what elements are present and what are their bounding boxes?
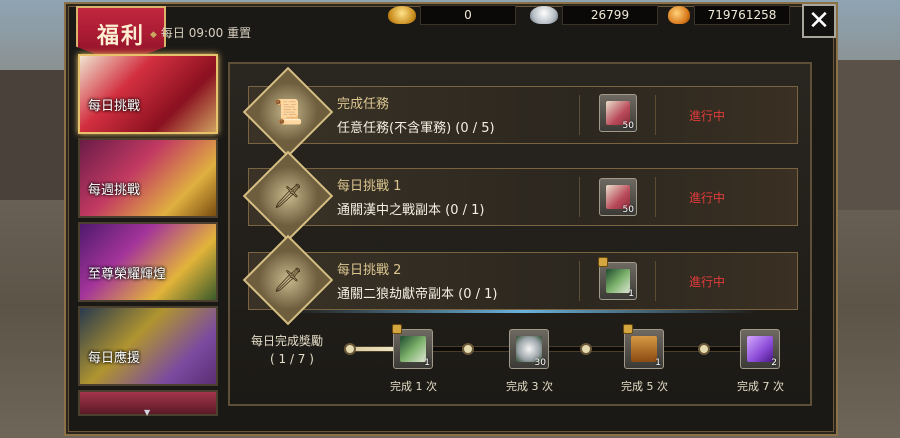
tier-quantity: 30 bbox=[534, 358, 546, 368]
sidebar-item-label: 每週挑戰 bbox=[88, 183, 141, 198]
treasure-box-icon[interactable]: 50 bbox=[599, 178, 637, 216]
sidebar-item-label: 每日應援 bbox=[88, 351, 141, 366]
sidebar-item-weekly-challenge[interactable]: 每週挑戰 bbox=[78, 138, 218, 218]
tier-caption: 完成 1 次 bbox=[390, 380, 437, 393]
sidebar-item-label: 至尊榮耀輝煌 bbox=[88, 267, 167, 282]
reset-time: ◆ 每日 09:00 重置 bbox=[150, 26, 252, 40]
daily-reward-label: 每日完成獎勵 bbox=[251, 334, 324, 348]
tier-caption: 完成 5 次 bbox=[621, 380, 668, 393]
progress-node bbox=[462, 343, 474, 355]
tier-caption: 完成 7 次 bbox=[737, 380, 784, 393]
treasure-box-icon[interactable]: 50 bbox=[599, 94, 637, 132]
sidebar: 每日挑戰 每週挑戰 至尊榮耀輝煌 每日應援 bbox=[78, 52, 220, 416]
reward-quantity: 50 bbox=[622, 205, 634, 215]
task-status: 進行中 bbox=[689, 275, 726, 289]
reward-quantity: 1 bbox=[628, 289, 634, 299]
purple-scroll-icon[interactable]: 2 bbox=[740, 329, 780, 369]
scroll-indicator bbox=[289, 310, 757, 313]
tier-quantity: 1 bbox=[655, 358, 661, 368]
currency-coin-value: 719761258 bbox=[694, 5, 790, 25]
lock-icon bbox=[598, 257, 608, 267]
divider bbox=[655, 177, 656, 217]
progress-node bbox=[344, 343, 356, 355]
divider bbox=[579, 95, 580, 135]
copper-coin-icon bbox=[668, 6, 690, 24]
progress-node bbox=[698, 343, 710, 355]
treasure-chest-icon[interactable]: 1 bbox=[623, 324, 664, 369]
task-title: 完成任務 bbox=[337, 97, 390, 112]
task-status: 進行中 bbox=[689, 109, 726, 123]
task-title: 每日挑戰 1 bbox=[337, 179, 402, 194]
close-button[interactable]: ✕ bbox=[802, 4, 836, 38]
currency-coin: 719761258 bbox=[668, 4, 790, 26]
progress-node bbox=[580, 343, 592, 355]
close-icon: ✕ bbox=[808, 6, 830, 36]
daily-reward-count: ( 1 / 7 ) bbox=[270, 352, 314, 366]
divider bbox=[579, 261, 580, 301]
jade-sword-icon[interactable]: 1 bbox=[392, 324, 433, 369]
background-building-left bbox=[0, 70, 70, 200]
background-building-right bbox=[830, 60, 900, 210]
currency-silver-value: 26799 bbox=[562, 5, 658, 25]
jade-sword-icon[interactable]: 1 bbox=[598, 257, 637, 300]
sidebar-item-daily-challenge[interactable]: 每日挑戰 bbox=[78, 54, 218, 134]
task-row: 完成任務 任意任務(不含軍務) (0 / 5) 進行中 bbox=[248, 86, 798, 144]
tier-quantity: 2 bbox=[771, 358, 777, 368]
currency-gold: 0 bbox=[388, 4, 516, 26]
silver-ingot-icon[interactable]: 30 bbox=[509, 329, 549, 369]
divider bbox=[579, 177, 580, 217]
currency-gold-value: 0 bbox=[420, 5, 516, 25]
gold-ingot-icon bbox=[388, 6, 416, 24]
silver-ingot-icon bbox=[530, 6, 558, 24]
task-title: 每日挑戰 2 bbox=[337, 263, 402, 278]
reward-quantity: 50 bbox=[622, 121, 634, 131]
task-description: 任意任務(不含軍務) (0 / 5) bbox=[337, 121, 495, 136]
lock-icon bbox=[392, 324, 402, 334]
task-description: 通關二狼劫獻帝副本 (0 / 1) bbox=[337, 287, 498, 302]
tier-quantity: 1 bbox=[424, 358, 430, 368]
scroll-down-icon[interactable]: ▼ bbox=[144, 408, 150, 417]
sidebar-item-label: 每日挑戰 bbox=[88, 99, 141, 114]
task-description: 通關漢中之戰副本 (0 / 1) bbox=[337, 203, 485, 218]
sidebar-item-daily-support[interactable]: 每日應援 bbox=[78, 306, 218, 386]
currency-silver: 26799 bbox=[530, 4, 658, 26]
task-status: 進行中 bbox=[689, 191, 726, 205]
lock-icon bbox=[623, 324, 633, 334]
divider bbox=[655, 95, 656, 135]
sidebar-item-supreme-glory[interactable]: 至尊榮耀輝煌 bbox=[78, 222, 218, 302]
divider bbox=[655, 261, 656, 301]
bullet-icon: ◆ bbox=[150, 30, 157, 40]
tier-caption: 完成 3 次 bbox=[506, 380, 553, 393]
